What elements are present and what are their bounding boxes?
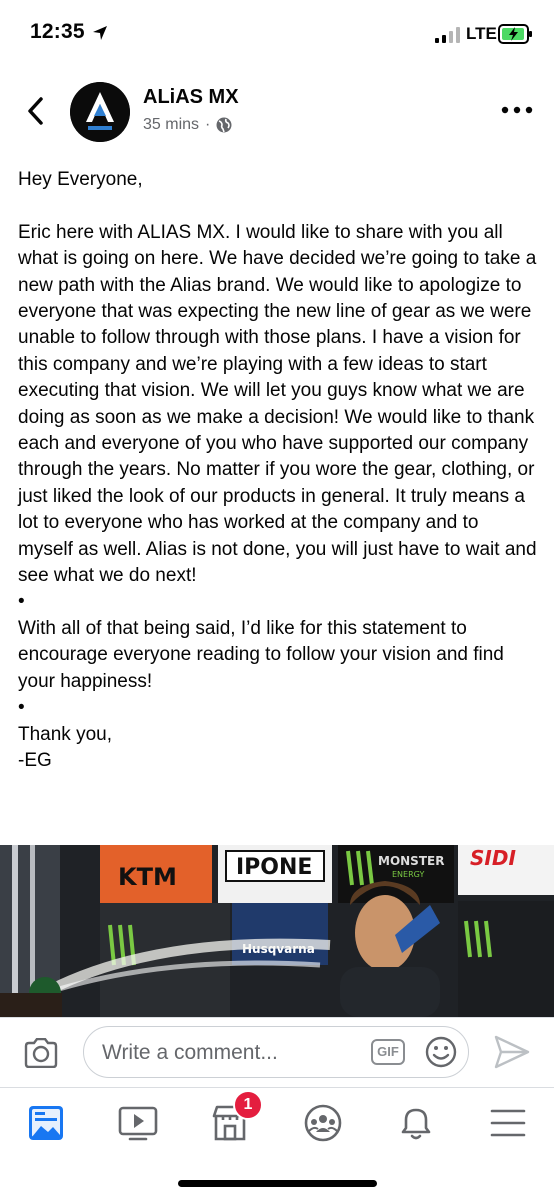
status-time: 12:35 [30, 20, 85, 43]
news-feed-icon[interactable] [21, 1098, 71, 1148]
ipone-banner-text: IPONE [236, 855, 312, 880]
podium-celebration-image: KTM IPONE MONSTER ENERGY SIDI Husqvarna [0, 845, 554, 1017]
meta-separator: · [205, 116, 211, 133]
bottom-tab-bar: 1 [0, 1087, 554, 1201]
post-time[interactable]: 35 mins [143, 116, 199, 134]
energy-banner-text: ENERGY [392, 870, 424, 879]
ktm-banner-text: KTM [118, 863, 177, 891]
send-icon[interactable] [493, 1034, 531, 1070]
alias-logo-icon [70, 82, 130, 142]
gif-button[interactable]: GIF [371, 1039, 405, 1065]
sidi-banner-text: SIDI [470, 846, 516, 870]
camera-icon[interactable] [23, 1038, 59, 1068]
comment-placeholder: Write a comment... [102, 1041, 278, 1064]
groups-icon[interactable] [298, 1098, 348, 1148]
post-paragraph: Eric here with ALIAS MX. I would like to… [18, 221, 537, 587]
post-header: ALiAS MX 35 mins · [0, 76, 554, 146]
globe-icon [216, 117, 232, 133]
home-indicator[interactable] [178, 1180, 377, 1187]
comment-input[interactable]: Write a comment... GIF [83, 1026, 469, 1078]
post-paragraph: With all of that being said, I’d like fo… [18, 617, 504, 692]
battery-charging-icon [498, 24, 532, 44]
page-name[interactable]: ALiAS MX [143, 86, 239, 109]
location-arrow-icon [93, 26, 107, 40]
post-paragraph: Hey Everyone, [18, 169, 143, 190]
menu-icon[interactable] [483, 1098, 533, 1148]
watch-icon[interactable] [113, 1098, 163, 1148]
post-signature: -EG [18, 749, 52, 771]
emoji-icon[interactable] [425, 1036, 457, 1068]
post-text: Hey Everyone, Eric here with ALIAS MX. I… [18, 167, 538, 774]
post-meta: 35 mins · [143, 116, 232, 134]
post-paragraph: Thank you, [18, 723, 112, 745]
comment-bar: Write a comment... GIF [0, 1017, 554, 1088]
notifications-icon[interactable] [391, 1098, 441, 1148]
page-avatar[interactable] [70, 82, 130, 142]
network-label: LTE [466, 24, 497, 43]
status-bar: 12:35 LTE [0, 0, 554, 66]
post-photo[interactable]: KTM IPONE MONSTER ENERGY SIDI Husqvarna [0, 845, 554, 1017]
back-chevron-icon[interactable] [22, 94, 50, 128]
bullet-separator: • [18, 591, 25, 613]
monster-banner-text: MONSTER [378, 854, 444, 868]
more-options-icon[interactable] [500, 104, 534, 116]
bullet-separator: • [18, 697, 25, 719]
notification-badge: 1 [233, 1090, 263, 1120]
signal-icon [435, 27, 460, 43]
